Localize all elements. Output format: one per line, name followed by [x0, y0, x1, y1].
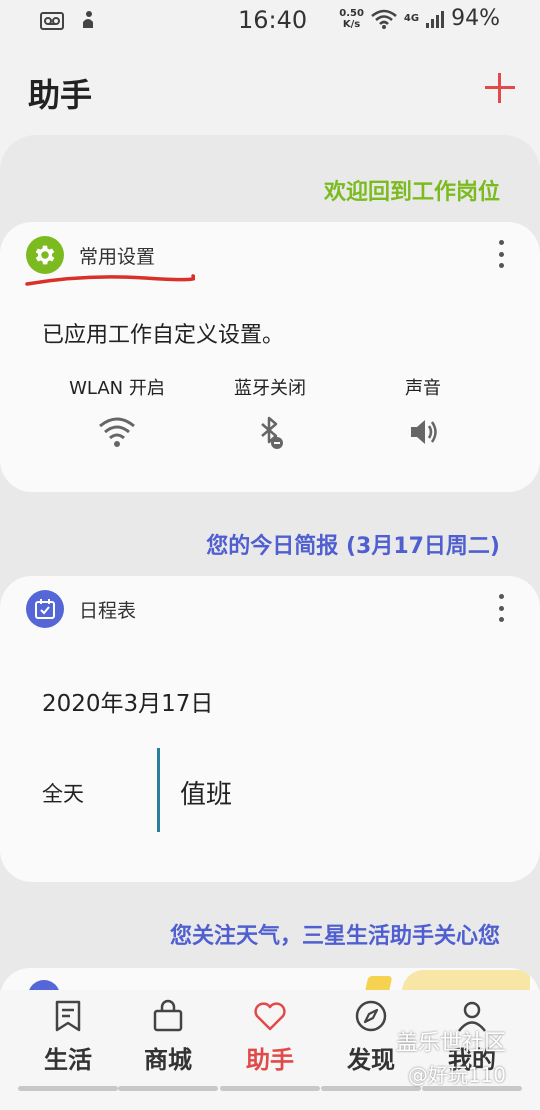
wifi-status-icon	[371, 9, 397, 29]
quick-setting-wlan[interactable]: WLAN 开启	[32, 374, 202, 450]
calendar-check-icon	[26, 590, 64, 628]
network-type: 4G	[403, 13, 420, 24]
schedule-card-title: 日程表	[79, 600, 137, 622]
gear-icon	[26, 236, 64, 274]
add-button[interactable]	[482, 70, 518, 106]
nav-label: 生活	[44, 1046, 92, 1074]
quick-setting-sound[interactable]: 声音	[338, 374, 508, 450]
quick-setting-label: 蓝牙关闭	[234, 378, 306, 399]
nav-item-assistant[interactable]: 助手	[220, 998, 320, 1075]
more-options-button[interactable]	[496, 594, 506, 622]
more-options-button[interactable]	[496, 240, 506, 268]
settings-message: 已应用工作自定义设置。	[42, 323, 285, 348]
page-title: 助手	[28, 76, 93, 114]
nav-item-mall[interactable]: 商城	[118, 998, 218, 1075]
event-divider	[157, 748, 160, 832]
battery-level: 94%	[451, 6, 500, 31]
briefing-heading: 您的今日简报 (3月17日周二)	[206, 534, 500, 559]
event-title[interactable]: 值班	[180, 774, 232, 811]
shopping-bag-icon	[153, 999, 183, 1032]
volume-icon	[411, 420, 437, 444]
event-time: 全天	[42, 782, 84, 806]
nav-label: 商城	[144, 1046, 192, 1074]
status-bar: 16:40 0.50 K/s 4G 94%	[0, 0, 540, 44]
quick-setting-bluetooth[interactable]: 蓝牙关闭	[185, 374, 355, 450]
clock: 16:40	[238, 6, 308, 34]
red-underline-annotation	[25, 274, 195, 286]
bookmark-icon	[55, 1000, 81, 1032]
quick-setting-label: WLAN 开启	[69, 378, 165, 399]
settings-card[interactable]: 常用设置 已应用工作自定义设置。 WLAN 开启 蓝牙关闭 声音	[0, 222, 540, 492]
schedule-card[interactable]: 日程表 2020年3月17日 全天 值班	[0, 576, 540, 882]
bluetooth-off-icon	[261, 416, 283, 449]
voicemail-icon	[40, 12, 64, 30]
heart-icon	[254, 1002, 286, 1031]
watermark: 盖乐世社区 @好玩110	[396, 1031, 507, 1087]
quick-setting-label: 声音	[405, 378, 441, 399]
weather-heading: 您关注天气，三星生活助手关心您	[169, 924, 500, 949]
net-speed: 0.50 K/s	[339, 7, 364, 30]
schedule-date: 2020年3月17日	[42, 691, 214, 717]
nav-item-life[interactable]: 生活	[18, 998, 118, 1075]
accessibility-icon	[83, 11, 93, 28]
signal-icon	[426, 10, 445, 28]
compass-icon	[355, 1000, 387, 1032]
wifi-icon	[99, 417, 135, 447]
nav-label: 助手	[246, 1046, 294, 1074]
welcome-heading: 欢迎回到工作岗位	[323, 180, 500, 205]
settings-card-title: 常用设置	[79, 246, 156, 268]
